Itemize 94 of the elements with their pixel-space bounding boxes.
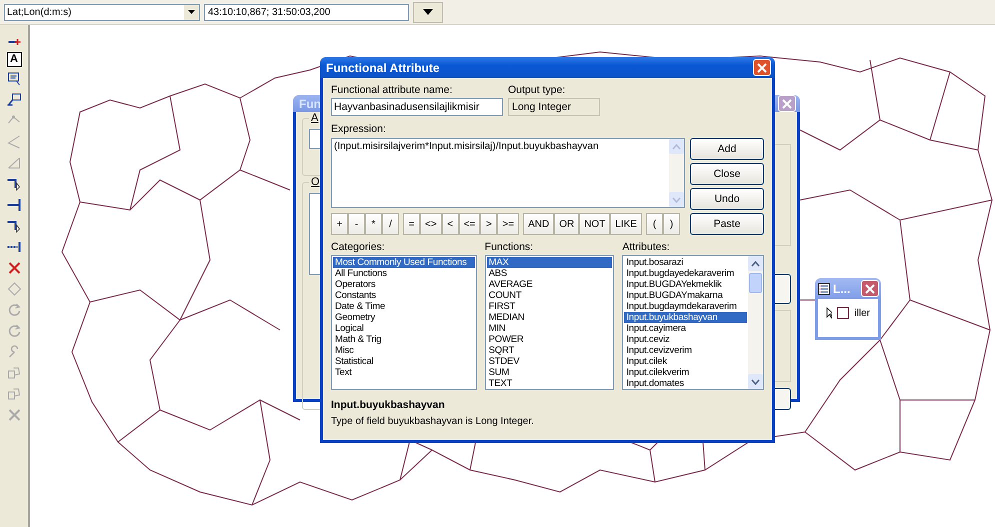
coordinate-field[interactable]: 43:10:10,867; 31:50:03,200 xyxy=(204,4,409,20)
list-item[interactable]: Input.ceviz xyxy=(624,334,747,345)
list-item[interactable]: MIN xyxy=(486,323,612,334)
list-icon xyxy=(818,282,830,294)
list-label: Categories: xyxy=(331,241,386,253)
scroll-up-icon[interactable] xyxy=(751,260,760,266)
field-label: Output type: xyxy=(508,84,566,96)
categories-list[interactable]: Most Commonly Used Functions All Functions Operators Constants Date & Time Geometry Logical Math & Trig Misc Statistical Text xyxy=(331,255,477,390)
output-type-field: Long Integer xyxy=(508,98,600,116)
list-item[interactable]: COUNT xyxy=(486,290,612,301)
operator-button[interactable]: LIKE xyxy=(610,213,642,235)
field-label: Functional attribute name: xyxy=(331,84,454,96)
letter-icon[interactable]: A xyxy=(6,52,22,67)
list-item[interactable]: Constants xyxy=(333,290,475,301)
list-item[interactable]: MEDIAN xyxy=(486,312,612,323)
list-item[interactable]: Input.bosarazi xyxy=(624,257,747,268)
dialog-button[interactable]: Close xyxy=(690,163,764,185)
operator-button[interactable]: ) xyxy=(662,213,680,235)
list-item[interactable]: Input.bugdayedekaraverim xyxy=(624,268,747,279)
coordinate-format-dropdown[interactable]: Lat;Lon(d:m:s) xyxy=(4,4,200,20)
caret-icon[interactable] xyxy=(188,10,195,14)
list-item[interactable]: Math & Trig xyxy=(333,334,475,345)
list-item[interactable]: Operators xyxy=(333,279,475,290)
operator-button[interactable]: NOT xyxy=(579,213,610,235)
dialog-button[interactable]: Undo xyxy=(690,188,764,210)
list-item[interactable]: AVERAGE xyxy=(486,279,612,290)
list-item[interactable]: Input.cayimera xyxy=(624,323,747,334)
description-title: Input.buyukbashayvan xyxy=(331,399,446,411)
list-item[interactable]: Statistical xyxy=(333,356,475,367)
close-button[interactable] xyxy=(753,59,771,76)
operator-button[interactable]: + xyxy=(331,213,348,235)
list-item[interactable]: Geometry xyxy=(333,312,475,323)
list-label: Attributes: xyxy=(622,241,671,253)
list-item[interactable]: STDEV xyxy=(486,356,612,367)
list-item[interactable]: ABS xyxy=(486,268,612,279)
close-icon xyxy=(757,62,767,72)
pointer-icon[interactable] xyxy=(826,307,832,319)
operator-button[interactable]: AND xyxy=(523,213,554,235)
dialog-button[interactable]: Add xyxy=(690,138,764,160)
list-item[interactable]: Input.bugdaymdekaraverim xyxy=(624,301,747,312)
window-title: Fun xyxy=(299,96,321,110)
scroll-thumb[interactable] xyxy=(749,273,762,293)
list-item[interactable]: All Functions xyxy=(333,268,475,279)
operator-button[interactable]: <> xyxy=(420,213,442,235)
operator-button[interactable]: = xyxy=(403,213,420,235)
window-title: L... xyxy=(833,282,850,296)
window-title: Functional Attribute xyxy=(326,60,440,74)
field-label: Expression: xyxy=(331,123,387,135)
list-item[interactable]: Input.BUGDAYmakarna xyxy=(624,290,747,301)
list-item[interactable]: Input.domates xyxy=(624,378,747,389)
close-icon xyxy=(782,98,792,108)
list-item[interactable]: Logical xyxy=(333,323,475,334)
operator-button[interactable]: > xyxy=(480,213,498,235)
list-item[interactable]: Text xyxy=(333,367,475,378)
list-item[interactable]: Most Commonly Used Functions xyxy=(333,257,475,268)
layer-swatch xyxy=(836,307,850,319)
list-label: Functions: xyxy=(484,241,534,253)
operator-button[interactable]: - xyxy=(348,213,365,235)
dropdown-button[interactable] xyxy=(413,2,443,22)
operator-button[interactable]: >= xyxy=(497,213,520,235)
operator-button[interactable]: < xyxy=(442,213,459,235)
layer-name[interactable]: iller xyxy=(854,308,870,318)
operator-button[interactable]: <= xyxy=(458,213,480,235)
list-item[interactable]: Input.buyukbashayvan xyxy=(624,312,747,323)
operator-button[interactable]: / xyxy=(382,213,399,235)
description-text: Type of field buyukbashayvan is Long Integer. xyxy=(331,416,535,427)
operator-button[interactable]: ( xyxy=(646,213,663,235)
operator-button[interactable]: OR xyxy=(554,213,580,235)
callout-icon[interactable] xyxy=(4,91,24,109)
list-item[interactable]: MAX xyxy=(486,257,612,268)
close-icon xyxy=(865,284,875,294)
list-item[interactable]: Input.cilekverim xyxy=(624,367,747,378)
dialog-button[interactable]: Paste xyxy=(690,213,764,235)
name-field[interactable]: Hayvanbasinadusensilajlikmisir xyxy=(331,98,503,116)
list-item[interactable]: Date & Time xyxy=(333,301,475,312)
list-item[interactable]: Input.cilek xyxy=(624,356,747,367)
list-item[interactable]: FIRST xyxy=(486,301,612,312)
list-item[interactable]: Input.BUGDAYekmeklik xyxy=(624,279,747,290)
scroll-down-icon[interactable] xyxy=(751,378,760,384)
close-button[interactable] xyxy=(861,280,879,297)
list-item[interactable]: Misc xyxy=(333,345,475,356)
list-item[interactable]: Input.cevizverim xyxy=(624,345,747,356)
list-item[interactable]: SUM xyxy=(486,367,612,378)
list-item[interactable]: SQRT xyxy=(486,345,612,356)
functions-list[interactable]: MAX ABS AVERAGE COUNT FIRST MEDIAN MIN POWER SQRT STDEV SUM TEXT xyxy=(484,255,614,390)
operator-button[interactable]: * xyxy=(365,213,382,235)
attributes-list[interactable] xyxy=(622,255,764,390)
list-item[interactable]: POWER xyxy=(486,334,612,345)
tee-icon[interactable] xyxy=(4,196,24,214)
group-label: A xyxy=(309,112,320,124)
caret-icon xyxy=(423,9,433,15)
scrollbar[interactable] xyxy=(748,256,763,389)
expression-field[interactable]: (Input.misirsilajverim*Input.misirsilaj)/Input.buyukbashayvan xyxy=(331,138,685,208)
list-item[interactable]: TEXT xyxy=(486,378,612,389)
